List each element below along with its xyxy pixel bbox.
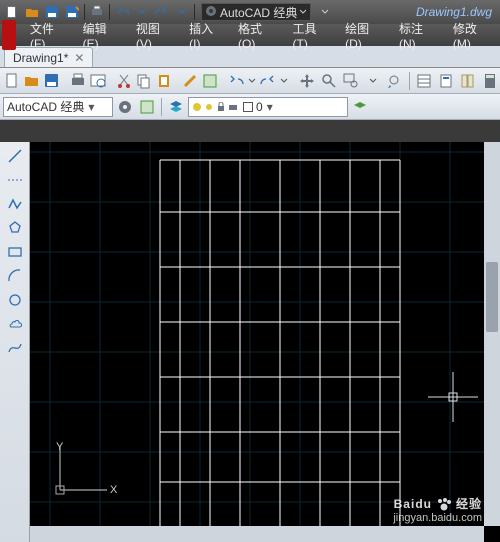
properties-icon[interactable]: [414, 71, 434, 91]
saveas-icon[interactable]: [63, 3, 81, 21]
horizontal-scrollbar[interactable]: [30, 526, 484, 542]
chevron-down-icon-ws: ▾: [88, 100, 94, 114]
plot-preview-icon[interactable]: [89, 71, 107, 91]
sun-icon: [204, 102, 214, 112]
drawing-canvas[interactable]: X Y Baidu 经验 jingyan.baidu.com: [30, 142, 500, 542]
scrollbar-thumb[interactable]: [486, 262, 498, 332]
chevron-down-icon-zoom[interactable]: [363, 71, 383, 91]
print-doc-icon[interactable]: [69, 71, 87, 91]
chevron-down-icon-3: [299, 5, 307, 19]
undo2-icon[interactable]: [227, 71, 245, 91]
paste-icon[interactable]: [155, 71, 173, 91]
draw-toolbar: [0, 142, 30, 542]
revision-cloud-icon[interactable]: [4, 313, 26, 335]
workspace-combo[interactable]: AutoCAD 经典 ▾: [3, 97, 113, 117]
document-tab-label: Drawing1*: [13, 51, 68, 65]
workspace-save-icon[interactable]: [137, 97, 157, 117]
redo-icon[interactable]: [153, 3, 171, 21]
zoom-realtime-icon[interactable]: [319, 71, 339, 91]
new-doc-icon[interactable]: [3, 71, 21, 91]
document-tab[interactable]: Drawing1* ✕: [4, 47, 93, 67]
calculator-icon[interactable]: [480, 71, 500, 91]
workspace-dropdown[interactable]: AutoCAD 经典: [201, 3, 311, 21]
document-title: Drawing1.dwg: [416, 5, 498, 19]
chevron-down-icon-2[interactable]: [173, 3, 191, 21]
match-prop-icon[interactable]: [181, 71, 199, 91]
pan-icon[interactable]: [297, 71, 317, 91]
spline-icon[interactable]: [4, 337, 26, 359]
crosshair-cursor: [428, 372, 478, 422]
layer-prev-icon[interactable]: [350, 97, 370, 117]
chevron-down-icon-u[interactable]: [247, 71, 257, 91]
chevron-down-icon-r[interactable]: [279, 71, 289, 91]
menu-tools[interactable]: 工具(T): [285, 24, 338, 46]
line-icon[interactable]: [4, 145, 26, 167]
menu-dim[interactable]: 标注(N): [391, 24, 445, 46]
workspace-label: AutoCAD 经典: [220, 4, 297, 21]
standard-toolbar: ?: [0, 68, 500, 94]
copy-icon[interactable]: [135, 71, 153, 91]
vertical-scrollbar[interactable]: [484, 142, 500, 526]
menu-bar: 文件(F) 编辑(E) 视图(V) 插入(I) 格式(O) 工具(T) 绘图(D…: [0, 24, 500, 46]
ucs-x-label: X: [110, 484, 118, 496]
layer-combo[interactable]: 0 ▾: [188, 97, 348, 117]
chevron-down-icon[interactable]: [133, 3, 151, 21]
gear-icon: [205, 5, 217, 20]
client-area: X Y Baidu 经验 jingyan.baidu.com: [0, 142, 500, 542]
polygon-icon[interactable]: [4, 217, 26, 239]
qat-separator-3: [194, 4, 195, 20]
toolbar-sep-6: [409, 72, 410, 90]
sheetset-icon[interactable]: [436, 71, 456, 91]
cut-icon[interactable]: [115, 71, 133, 91]
plot-icon: [228, 102, 238, 112]
ucs-y-label: Y: [56, 441, 64, 453]
ucs-icon: X Y: [52, 440, 122, 500]
circle-icon[interactable]: [4, 289, 26, 311]
block-editor-icon[interactable]: [201, 71, 219, 91]
chevron-down-icon-4[interactable]: [316, 3, 334, 21]
open-doc-icon[interactable]: [23, 71, 41, 91]
layer-manager-icon[interactable]: [166, 97, 186, 117]
layer-color-swatch: [243, 102, 253, 112]
construction-line-icon[interactable]: [4, 169, 26, 191]
menu-draw[interactable]: 绘图(D): [337, 24, 391, 46]
save-doc-icon[interactable]: [43, 71, 61, 91]
zoom-previous-icon[interactable]: [385, 71, 405, 91]
layer-value: 0: [256, 100, 263, 114]
menu-view[interactable]: 视图(V): [128, 24, 181, 46]
save-icon[interactable]: [43, 3, 61, 21]
workspace-value: AutoCAD 经典: [7, 98, 84, 115]
menu-format[interactable]: 格式(O): [230, 24, 284, 46]
new-icon[interactable]: [3, 3, 21, 21]
rectangle-icon[interactable]: [4, 241, 26, 263]
lightbulb-icon: [192, 102, 202, 112]
menu-insert[interactable]: 插入(I): [181, 24, 230, 46]
menu-edit[interactable]: 编辑(E): [75, 24, 128, 46]
workspace-layer-toolbar: AutoCAD 经典 ▾ 0 ▾: [0, 94, 500, 120]
open-icon[interactable]: [23, 3, 41, 21]
qat-separator: [84, 4, 85, 20]
lock-icon: [216, 102, 226, 112]
zoom-window-icon[interactable]: [341, 71, 361, 91]
arc-icon[interactable]: [4, 265, 26, 287]
polyline-icon[interactable]: [4, 193, 26, 215]
undo-icon[interactable]: [113, 3, 131, 21]
redo2-icon[interactable]: [259, 71, 277, 91]
workspace-settings-icon[interactable]: [115, 97, 135, 117]
wsrow-sep: [161, 98, 162, 116]
print-icon[interactable]: [88, 3, 106, 21]
qat-separator-2: [109, 4, 110, 20]
close-icon[interactable]: ✕: [74, 51, 84, 65]
chevron-down-icon-layer: ▾: [267, 100, 273, 114]
menu-modify[interactable]: 修改(M): [445, 24, 500, 46]
tool-palette-icon[interactable]: [458, 71, 478, 91]
menu-file[interactable]: 文件(F): [22, 24, 75, 46]
app-menu-button[interactable]: [2, 20, 16, 50]
